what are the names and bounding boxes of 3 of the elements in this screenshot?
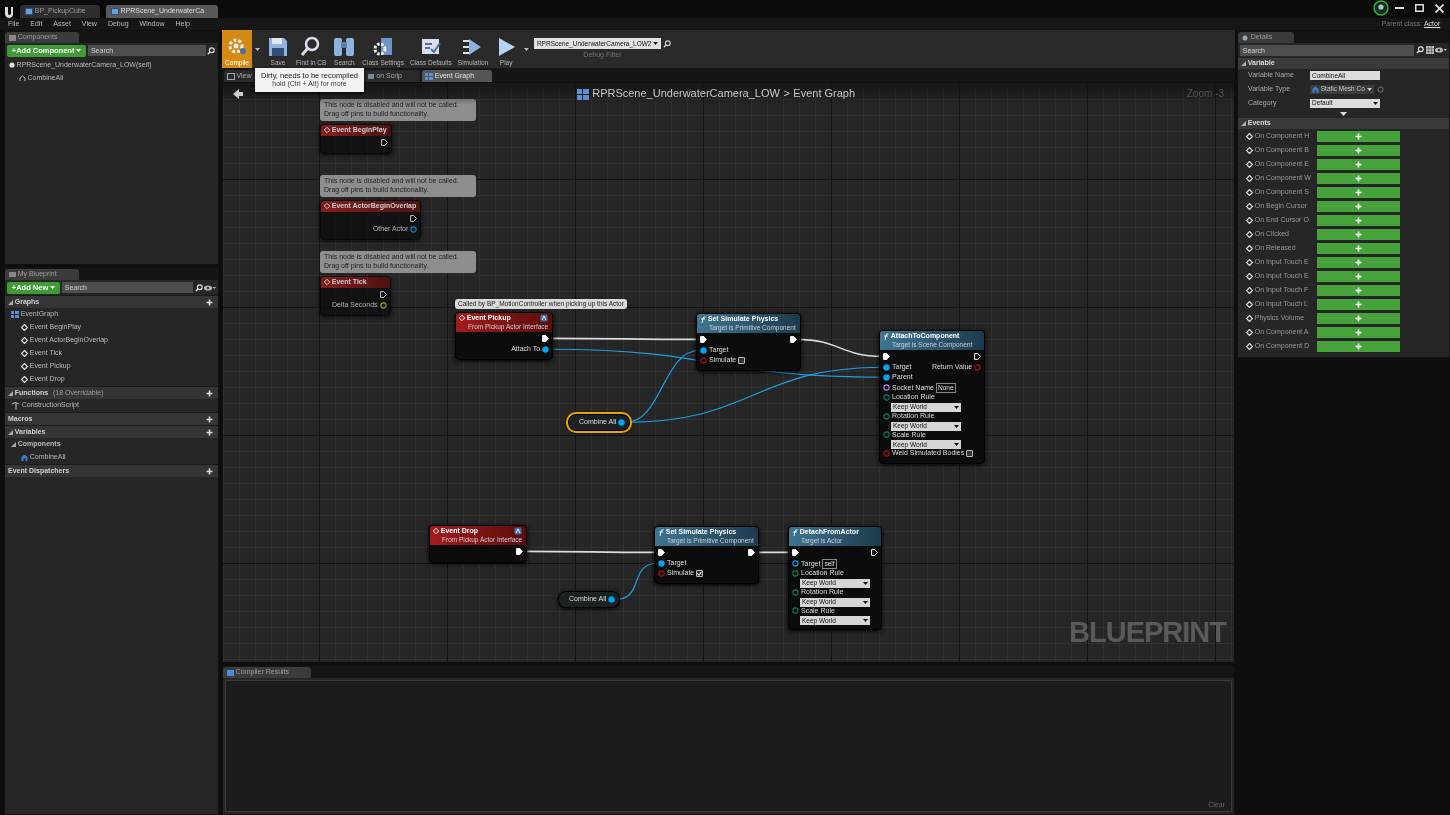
breadcrumb-separator: > — [783, 87, 790, 101]
zoom-label: Zoom -3 — [1186, 87, 1224, 101]
graph-watermark: BLUEPRINT — [1069, 614, 1226, 650]
